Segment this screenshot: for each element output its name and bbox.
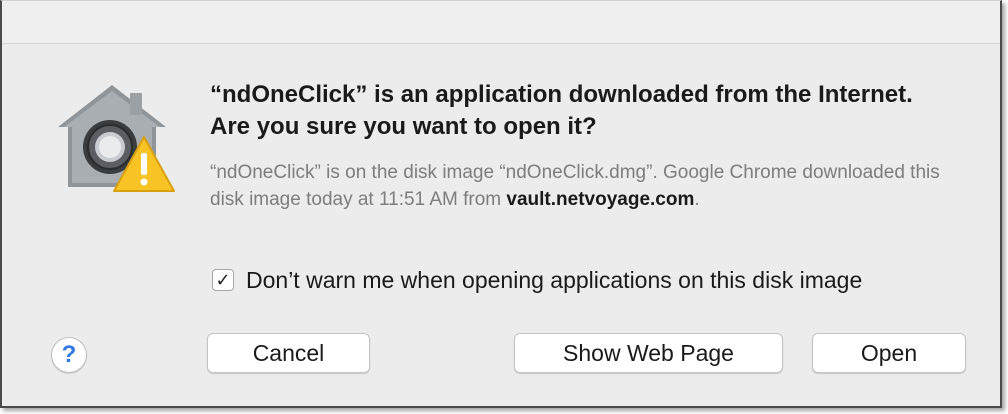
security-alert-dialog: “ndOneClick” is an application downloade… xyxy=(0,0,1002,408)
dialog-headline: “ndOneClick” is an application downloade… xyxy=(210,81,913,140)
cancel-button[interactable]: Cancel xyxy=(207,333,370,373)
help-button[interactable]: ? xyxy=(51,337,87,373)
dont-warn-checkbox[interactable]: ✓ xyxy=(212,269,234,291)
gatekeeper-warning-icon xyxy=(58,85,175,192)
dont-warn-checkbox-row[interactable]: ✓ Don’t warn me when opening application… xyxy=(212,265,862,295)
dialog-titlebar xyxy=(2,1,1000,44)
question-mark-icon: ? xyxy=(61,341,77,368)
source-domain: vault.netvoyage.com xyxy=(506,189,695,210)
dialog-info-text: “ndOneClick” is on the disk image “ndOne… xyxy=(210,159,970,213)
dont-warn-label[interactable]: Don’t warn me when opening applications … xyxy=(246,267,862,294)
open-button[interactable]: Open xyxy=(812,333,966,373)
checkmark-icon: ✓ xyxy=(215,270,231,290)
show-web-page-button[interactable]: Show Web Page xyxy=(514,333,783,373)
info-text-end: . xyxy=(694,189,700,210)
